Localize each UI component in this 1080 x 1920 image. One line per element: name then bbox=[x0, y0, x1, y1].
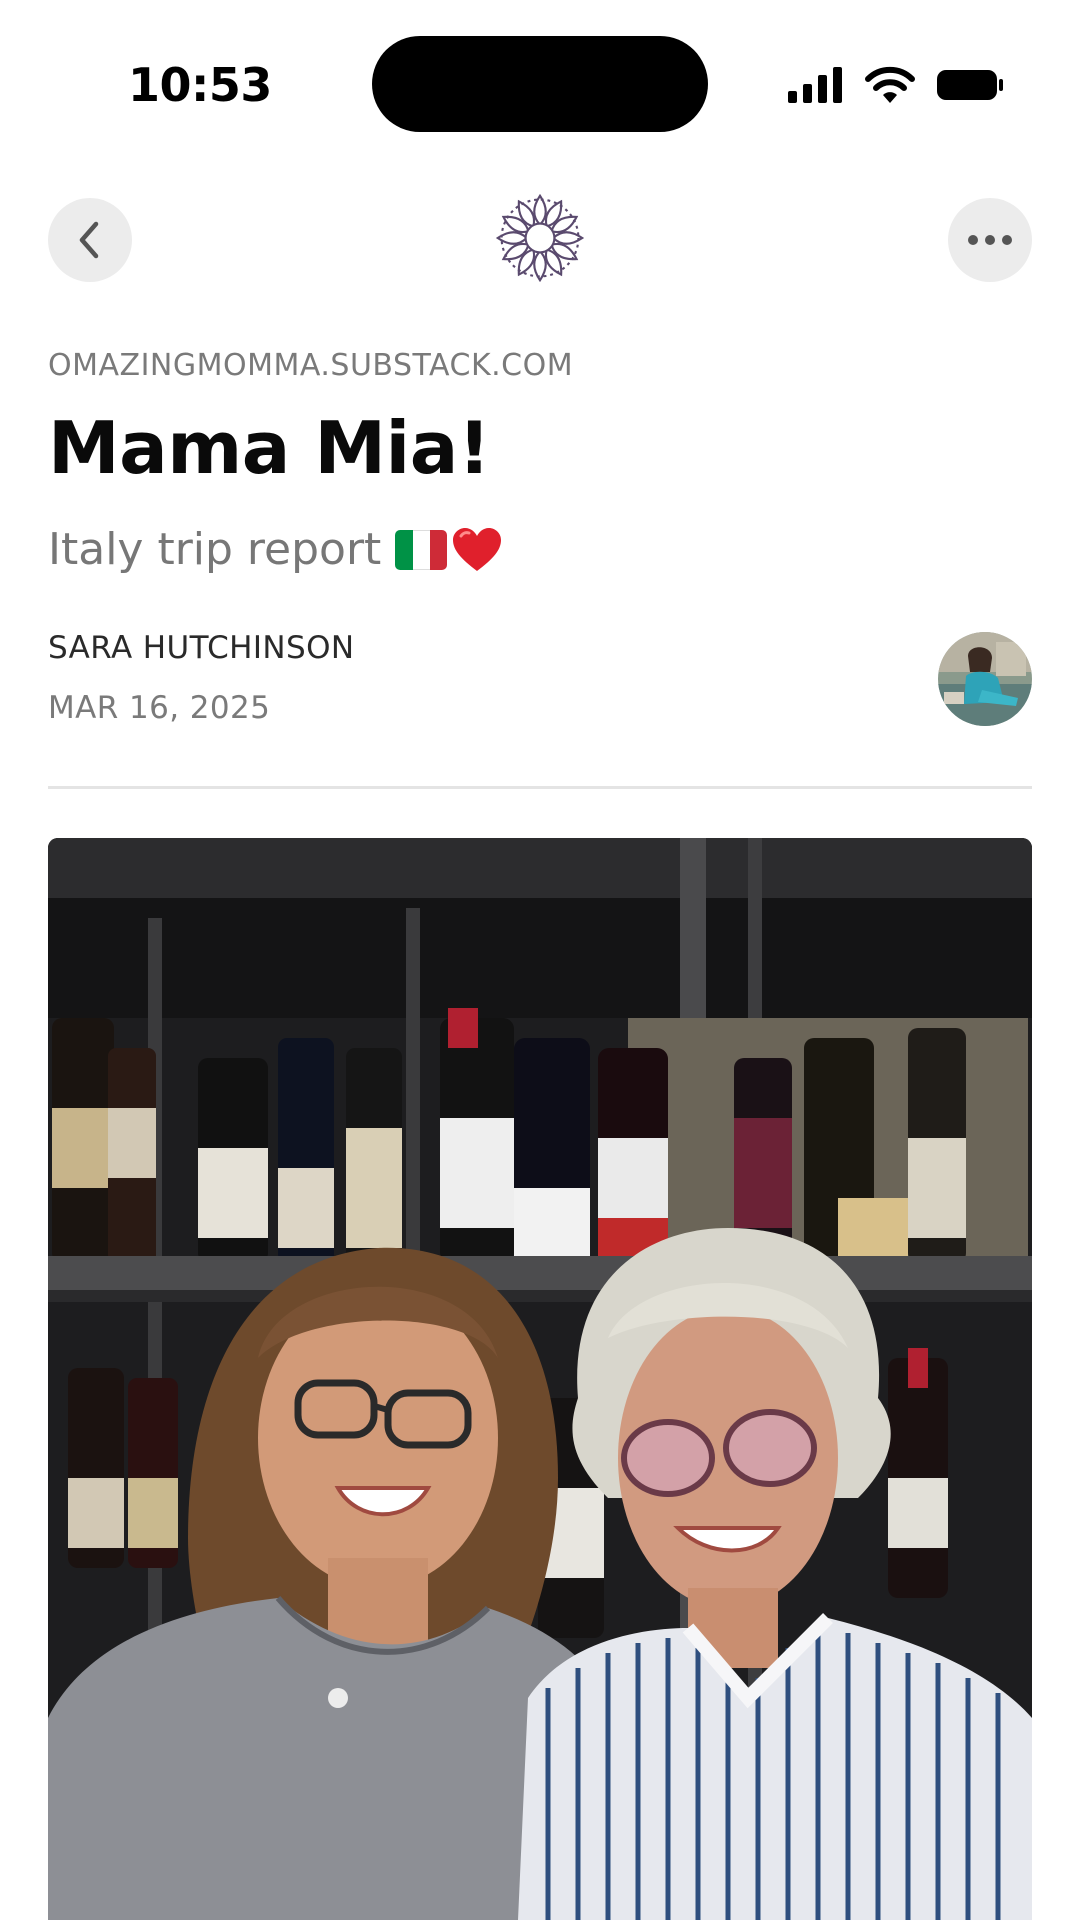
back-button[interactable] bbox=[48, 198, 132, 282]
author-avatar[interactable] bbox=[938, 632, 1032, 726]
post-hero-image[interactable] bbox=[48, 838, 1032, 1920]
chevron-left-icon bbox=[79, 221, 99, 259]
wifi-icon bbox=[865, 66, 915, 103]
post-subtitle: Italy trip report bbox=[48, 524, 503, 575]
author-name[interactable]: SARA HUTCHINSON bbox=[48, 630, 354, 666]
cellular-signal-icon bbox=[788, 67, 842, 103]
avatar-photo bbox=[938, 632, 1032, 726]
post-title: Mama Mia! bbox=[48, 406, 491, 490]
ellipsis-icon bbox=[968, 235, 1012, 245]
status-time: 10:53 bbox=[128, 58, 272, 112]
more-options-button[interactable] bbox=[948, 198, 1032, 282]
subtitle-text: Italy trip report bbox=[48, 524, 382, 575]
mandala-logo-icon[interactable] bbox=[492, 190, 588, 286]
hero-photo bbox=[48, 838, 1032, 1920]
italy-flag-icon bbox=[395, 529, 448, 570]
dynamic-island bbox=[372, 36, 708, 132]
red-heart-icon bbox=[453, 527, 502, 571]
status-icons bbox=[788, 64, 1004, 106]
battery-icon bbox=[937, 70, 1003, 100]
post-date: MAR 16, 2025 bbox=[48, 690, 271, 726]
header-divider bbox=[48, 786, 1032, 789]
publication-name[interactable]: OMAZINGMOMMA.SUBSTACK.COM bbox=[48, 348, 573, 383]
post-screen: 10:53 OMAZINGMOMMA.SUBSTACK.COM Mama Mia… bbox=[0, 0, 1080, 1920]
status-bar: 10:53 bbox=[0, 0, 1080, 170]
